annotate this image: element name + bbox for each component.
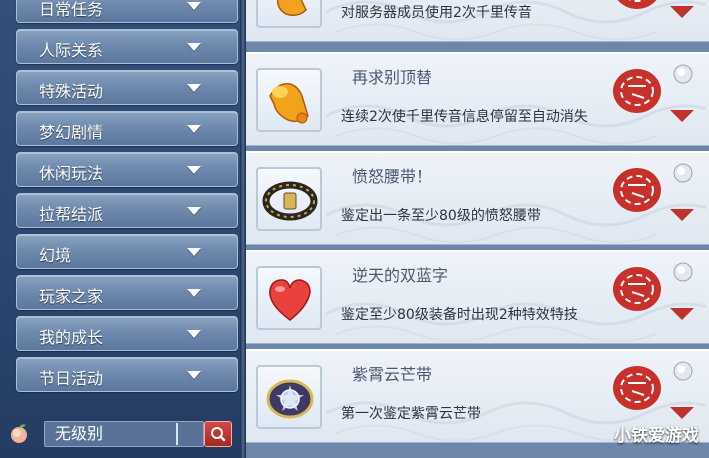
achievement-list: 对服务器成员使用2次千里传音 再求别顶替 连续2次使千里传音信息停留至自动消失 [246,0,709,458]
category-player-home[interactable]: 玩家之家 [16,275,238,310]
chevron-down-icon [187,371,201,379]
search-icon [211,427,226,442]
chevron-down-icon [187,84,201,92]
achievement-icon-frame [256,266,322,330]
category-special-events[interactable]: 特殊活动 [16,70,238,105]
text-cursor [176,423,178,445]
chevron-down-icon [187,166,201,174]
achievement-icon-frame [256,167,322,231]
achievement-card[interactable]: 对服务器成员使用2次千里传音 [246,0,709,42]
category-story[interactable]: 梦幻剧情 [16,111,238,146]
category-label: 人际关系 [39,41,104,60]
category-sidebar: 日常任务 人际关系 特殊活动 梦幻剧情 休闲玩法 拉帮结派 幻境 玩家之家 我的… [0,0,240,458]
category-illusion[interactable]: 幻境 [16,234,238,269]
category-label: 日常任务 [39,0,104,19]
completed-seal-icon [613,168,661,212]
achievement-title: 紫霄云芒带 [352,365,433,384]
completed-seal-icon [613,366,661,410]
chevron-down-icon [187,207,201,215]
peach-reward-icon[interactable] [672,62,694,84]
category-label: 梦幻剧情 [39,123,104,142]
peach-icon [11,424,27,443]
ornate-belt-icon [266,379,314,419]
golden-horn-icon [269,83,309,124]
level-filter-bar: 无级别 [6,420,234,448]
category-label: 我的成长 [39,328,104,347]
achievement-title: 逆天的双蓝字 [352,266,449,285]
chevron-down-icon [187,2,201,10]
expand-arrow-icon[interactable] [670,110,694,122]
achievement-card[interactable]: 再求别顶替 连续2次使千里传音信息停留至自动消失 [246,52,709,146]
watermark: 小铁爱游戏 [614,426,699,446]
category-list: 日常任务 人际关系 特殊活动 梦幻剧情 休闲玩法 拉帮结派 幻境 玩家之家 我的… [16,0,240,398]
category-relationships[interactable]: 人际关系 [16,29,238,64]
completed-seal-icon [617,0,657,9]
category-label: 幻境 [39,246,72,265]
peach-reward-icon[interactable] [672,161,694,183]
golden-horn-icon [276,0,307,17]
achievement-card[interactable]: 愤怒腰带！ 鉴定出一条至少80级的愤怒腰带 [246,151,709,245]
chevron-down-icon [187,289,201,297]
chevron-down-icon [187,43,201,51]
category-label: 休闲玩法 [39,164,104,183]
achievement-description: 对服务器成员使用2次千里传音 [341,5,532,21]
category-festival[interactable]: 节日活动 [16,357,238,392]
category-guild[interactable]: 拉帮结派 [16,193,238,228]
completed-seal-icon [613,69,661,113]
level-filter-input[interactable]: 无级别 [44,421,204,447]
category-label: 玩家之家 [39,287,104,306]
heart-icon [269,279,311,321]
achievement-icon-frame [256,0,322,28]
expand-arrow-icon[interactable] [670,6,694,18]
category-casual[interactable]: 休闲玩法 [16,152,238,187]
achievement-icon-frame [256,365,322,429]
achievement-title: 再求别顶替 [352,68,433,87]
expand-arrow-icon[interactable] [670,407,694,419]
category-label: 节日活动 [39,369,104,388]
category-label: 拉帮结派 [39,205,104,224]
peach-reward-icon[interactable] [672,260,694,282]
search-button[interactable] [204,421,232,447]
category-my-growth[interactable]: 我的成长 [16,316,238,351]
achievement-title: 愤怒腰带！ [352,167,433,186]
category-label: 特殊活动 [39,82,104,101]
chevron-down-icon [187,248,201,256]
achievement-description: 鉴定出一条至少80级的愤怒腰带 [341,208,541,224]
category-daily-tasks[interactable]: 日常任务 [16,0,238,23]
chevron-down-icon [187,330,201,338]
completed-seal-icon [613,267,661,311]
achievement-card[interactable]: 逆天的双蓝字 鉴定至少80级装备时出现2种特效特技 [246,250,709,344]
expand-arrow-icon[interactable] [670,308,694,320]
achievement-description: 第一次鉴定紫霄云芒带 [341,406,481,422]
peach-reward-icon[interactable] [672,359,694,381]
achievement-description: 连续2次使千里传音信息停留至自动消失 [341,109,588,125]
belt-icon [262,181,318,221]
expand-arrow-icon[interactable] [670,209,694,221]
achievement-description: 鉴定至少80级装备时出现2种特效特技 [341,307,578,323]
achievement-icon-frame [256,68,322,132]
chevron-down-icon [187,125,201,133]
